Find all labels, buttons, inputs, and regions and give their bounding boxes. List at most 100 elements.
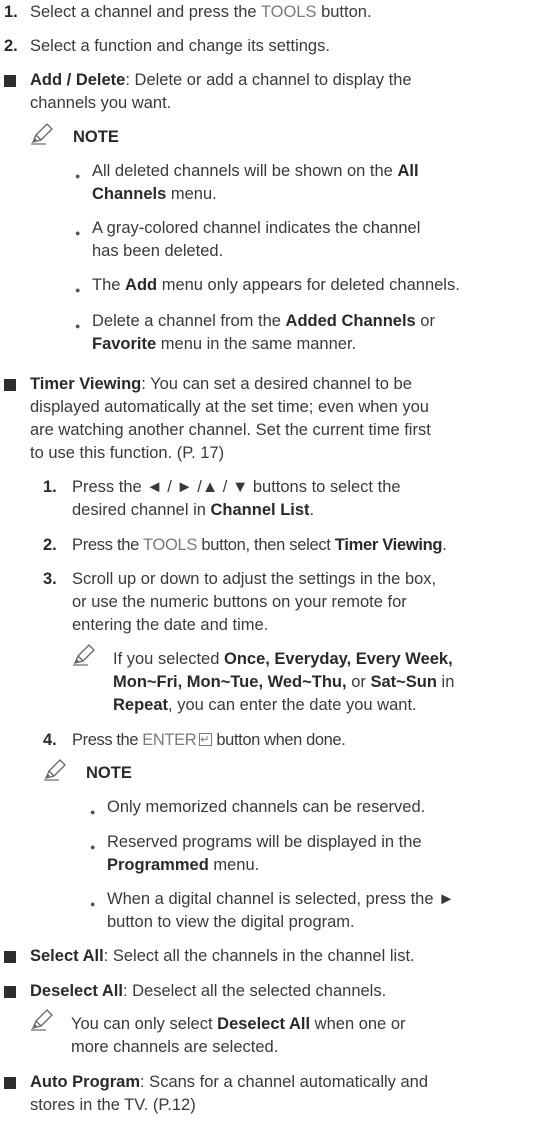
note-label: NOTE bbox=[73, 128, 119, 146]
sub-note-text: Repeat, you can enter the date you want. bbox=[113, 694, 417, 717]
note-text: Delete a channel from the bbox=[92, 312, 286, 330]
sub-step-text: Scroll up or down to adjust the settings… bbox=[72, 570, 437, 588]
step-number: 2. bbox=[4, 37, 18, 55]
note-text: menu. bbox=[208, 856, 260, 874]
step-text-part: button. bbox=[316, 3, 372, 21]
pencil-note-icon bbox=[30, 1009, 53, 1031]
note-bullet: Reserved programs will be displayed in t… bbox=[107, 833, 422, 851]
timer-viewing-bold: Timer Viewing bbox=[334, 536, 443, 554]
step-text: Select a channel and press the TOOLS but… bbox=[30, 1, 372, 24]
item-text: to use this function. (P. 17) bbox=[30, 444, 225, 462]
timer-viewing-item: Timer Viewing: You can set a desired cha… bbox=[30, 373, 412, 396]
note-text: All deleted channels will be shown on th… bbox=[92, 162, 398, 180]
bullet-dot: ● bbox=[75, 171, 81, 181]
repeat-options-bold: Mon~Fri, Mon~Tue, Wed~Thu, bbox=[113, 673, 347, 691]
step-number: 4. bbox=[43, 731, 57, 749]
sub-step-part: . bbox=[442, 536, 447, 554]
step-text: Select a function and change its setting… bbox=[30, 37, 330, 55]
item-title: Auto Program bbox=[30, 1073, 141, 1091]
pencil-note-icon bbox=[72, 644, 95, 666]
programmed-bold: Programmed bbox=[107, 856, 209, 874]
repeat-options-bold: Sat~Sun bbox=[370, 673, 437, 691]
bullet-dot: ● bbox=[75, 321, 81, 331]
note-label: NOTE bbox=[86, 764, 132, 782]
item-text: : Select all the channels in the channel… bbox=[103, 947, 415, 965]
item-text: : You can set a desired channel to be bbox=[141, 375, 412, 393]
note-bullet: The Add menu only appears for deleted ch… bbox=[92, 274, 460, 297]
sub-step-text: desired channel in Channel List. bbox=[72, 499, 314, 522]
sub-note-part: or bbox=[346, 673, 371, 691]
sub-note-text: You can only select Deselect All when on… bbox=[71, 1013, 406, 1036]
sub-step-part: . bbox=[309, 501, 315, 519]
sub-step-part: Press the bbox=[72, 731, 143, 749]
all-channels-bold: All bbox=[397, 162, 419, 180]
item-title: Deselect All bbox=[30, 982, 123, 1000]
sub-step-part: button, then select bbox=[197, 536, 335, 554]
item-title: Select All bbox=[30, 947, 104, 965]
item-text: stores in the TV. (P.12) bbox=[30, 1096, 196, 1114]
add-delete-item: Add / Delete: Delete or add a channel to… bbox=[30, 69, 412, 92]
note-bullet: A gray-colored channel indicates the cha… bbox=[92, 219, 421, 237]
square-bullet-icon bbox=[4, 951, 16, 963]
enter-key: ENTER bbox=[142, 731, 197, 749]
sub-step-text: Press the ENTER button when done. bbox=[72, 729, 346, 752]
add-bold: Add bbox=[125, 276, 158, 294]
favorite-bold: Favorite bbox=[92, 335, 157, 353]
step-number: 1. bbox=[4, 3, 18, 21]
sub-note-part: You can only select bbox=[71, 1015, 218, 1033]
sub-step-text: Press the TOOLS button, then select Time… bbox=[72, 534, 447, 557]
channel-list-bold: Channel List bbox=[210, 501, 310, 519]
note-bullet: Only memorized channels can be reserved. bbox=[107, 798, 426, 816]
pencil-note-icon bbox=[30, 123, 53, 145]
note-bullet-cont: Channels menu. bbox=[92, 183, 217, 206]
step-number: 1. bbox=[43, 478, 57, 496]
sub-step-text: entering the date and time. bbox=[72, 616, 269, 634]
sub-step-text: Press the ◄ / ► /▲ / ▼ buttons to select… bbox=[72, 478, 401, 496]
deselect-all-item: Deselect All: Deselect all the selected … bbox=[30, 980, 386, 1003]
sub-note-part: If you selected bbox=[113, 650, 224, 668]
sub-note-text: more channels are selected. bbox=[71, 1038, 279, 1056]
note-bullet-cont: Programmed menu. bbox=[107, 854, 259, 877]
sub-note-part: , you can enter the date you want. bbox=[168, 696, 417, 714]
auto-program-item: Auto Program: Scans for a channel automa… bbox=[30, 1071, 428, 1094]
pencil-note-icon bbox=[43, 759, 66, 781]
sub-step-part: desired channel in bbox=[72, 501, 211, 519]
tools-key: TOOLS bbox=[260, 3, 317, 21]
bullet-dot: ● bbox=[90, 807, 96, 817]
note-bullet: When a digital channel is selected, pres… bbox=[107, 890, 455, 908]
deselect-all-bold: Deselect All bbox=[217, 1015, 311, 1033]
note-bullet: Delete a channel from the Added Channels… bbox=[92, 310, 435, 333]
all-channels-bold: Channels bbox=[92, 185, 167, 203]
note-bullet-cont: has been deleted. bbox=[92, 242, 224, 260]
bullet-dot: ● bbox=[75, 285, 81, 295]
repeat-options-bold: Once, Everyday, Every Week, bbox=[223, 650, 453, 668]
note-bullet-cont: button to view the digital program. bbox=[107, 913, 355, 931]
item-text: : Delete or add a channel to display the bbox=[125, 71, 412, 89]
sub-note-text: Mon~Fri, Mon~Tue, Wed~Thu, or Sat~Sun in bbox=[113, 671, 454, 694]
sub-note-part: in bbox=[436, 673, 455, 691]
item-text: : Scans for a channel automatically and bbox=[140, 1073, 429, 1091]
sub-step-text: or use the numeric buttons on your remot… bbox=[72, 593, 407, 611]
sub-step-part: Press the bbox=[72, 536, 143, 554]
tools-key: TOOLS bbox=[142, 536, 198, 554]
note-bullet-cont: Favorite menu in the same manner. bbox=[92, 333, 356, 356]
select-all-item: Select All: Select all the channels in t… bbox=[30, 945, 415, 968]
bullet-dot: ● bbox=[90, 842, 96, 852]
item-text: are watching another channel. Set the cu… bbox=[30, 421, 431, 439]
item-title: Add / Delete bbox=[30, 71, 126, 89]
note-bullet: All deleted channels will be shown on th… bbox=[92, 160, 419, 183]
sub-note-text: If you selected Once, Everyday, Every We… bbox=[113, 648, 453, 671]
note-text: menu in the same manner. bbox=[156, 335, 357, 353]
sub-note-part: when one or bbox=[310, 1015, 406, 1033]
repeat-bold: Repeat bbox=[113, 696, 169, 714]
note-text: menu only appears for deleted channels. bbox=[157, 276, 460, 294]
note-text: menu. bbox=[166, 185, 217, 203]
item-text: : Deselect all the selected channels. bbox=[122, 982, 387, 1000]
step-text-part: Select a channel and press the bbox=[30, 3, 261, 21]
square-bullet-icon bbox=[4, 1077, 16, 1089]
step-number: 2. bbox=[43, 536, 57, 554]
item-text: channels you want. bbox=[30, 94, 172, 112]
step-number: 3. bbox=[43, 570, 57, 588]
enter-key-icon bbox=[199, 729, 213, 752]
square-bullet-icon bbox=[4, 986, 16, 998]
